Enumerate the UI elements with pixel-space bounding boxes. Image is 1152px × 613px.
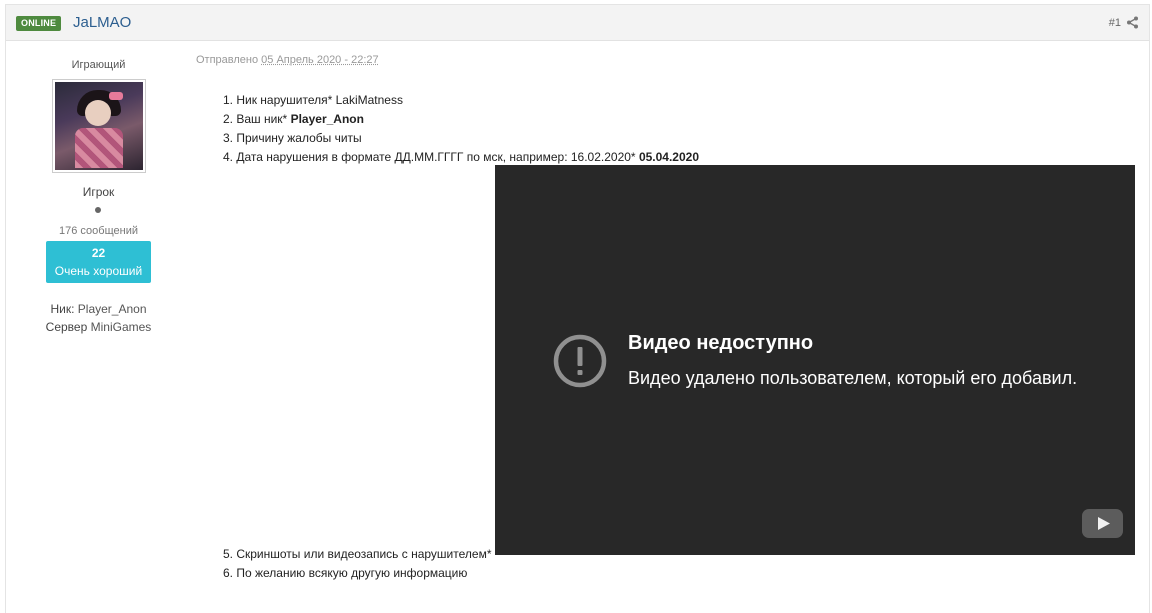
user-group: Игрок: [82, 185, 115, 199]
embedded-video[interactable]: Видео недоступно Видео удалено пользоват…: [495, 165, 1135, 555]
avatar[interactable]: [52, 79, 146, 173]
nick-value: Player_Anon: [77, 302, 147, 316]
list-item: 1. Ник нарушителя* LakiMatness: [223, 93, 403, 107]
reputation-badge[interactable]: 22 Очень хороший: [46, 241, 151, 283]
custom-field-server: Сервер MiniGames: [6, 320, 191, 334]
list-item: 3. Причину жалобы читы: [223, 131, 362, 145]
sent-label: Отправлено: [196, 54, 259, 66]
post-number-link[interactable]: #1: [1109, 16, 1121, 30]
post-body-list: 1. Ник нарушителя* LakiMatness 2. Ваш ни…: [223, 91, 699, 167]
online-badge: ONLINE: [16, 16, 62, 31]
nick-label: Ник:: [50, 302, 75, 316]
list-item: 2. Ваш ник* Player_Anon: [223, 112, 364, 126]
server-value: MiniGames: [90, 320, 152, 334]
avatar-image: [55, 82, 143, 170]
custom-field-nick: Ник: Player_Anon: [6, 302, 191, 316]
post-header: ONLINE JaLMAO #1: [6, 5, 1149, 41]
share-icon[interactable]: [1126, 16, 1139, 29]
post-count: 176 сообщений: [59, 225, 138, 237]
video-error-title: Видео недоступно: [628, 332, 814, 354]
status-dot-icon: [95, 207, 101, 213]
author-name-link[interactable]: JaLMAO: [73, 14, 131, 32]
youtube-play-icon[interactable]: [1082, 509, 1123, 538]
server-label: Сервер: [45, 320, 88, 334]
list-item: 6. По желанию всякую другую информацию: [223, 566, 468, 580]
video-error-message: Видео удалено пользователем, который его…: [628, 368, 1078, 388]
user-title: Играющий: [71, 59, 126, 71]
exclamation-circle-icon: [553, 334, 607, 388]
post-date: 05 Апрель 2020 - 22:27: [261, 54, 379, 66]
reputation-label: Очень хороший: [54, 264, 143, 278]
list-item: 5. Скриншоты или видеозапись с нарушител…: [223, 547, 492, 561]
forum-post: ONLINE JaLMAO #1 Играющий Игрок 176 сооб…: [5, 4, 1150, 613]
reputation-value: 22: [91, 246, 106, 260]
post-meta: Отправлено 05 Апрель 2020 - 22:27: [196, 54, 379, 67]
